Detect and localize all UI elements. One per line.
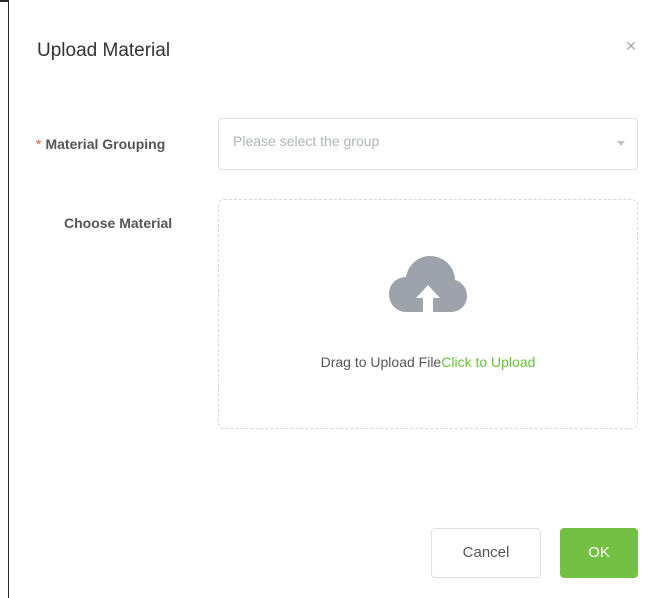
close-icon[interactable]: × — [621, 36, 641, 56]
cloud-upload-icon — [389, 256, 467, 312]
chevron-down-icon — [617, 141, 625, 146]
upload-material-dialog: Upload Material × * Material Grouping Ple… — [8, 0, 653, 598]
dialog-title: Upload Material — [37, 40, 171, 61]
drag-upload-text: Drag to Upload File — [320, 354, 442, 370]
material-grouping-label: * Material Grouping — [36, 136, 165, 152]
material-grouping-label-text: Material Grouping — [45, 136, 166, 152]
cancel-button[interactable]: Cancel — [431, 528, 541, 578]
ok-button[interactable]: OK — [560, 528, 638, 578]
upload-instruction: Drag to Upload FileClick to Upload — [219, 354, 637, 370]
click-upload-link[interactable]: Click to Upload — [441, 354, 535, 370]
material-grouping-placeholder: Please select the group — [233, 133, 380, 149]
upload-dropzone[interactable]: Drag to Upload FileClick to Upload — [218, 199, 638, 429]
required-mark: * — [36, 136, 42, 152]
choose-material-label: Choose Material — [64, 215, 173, 231]
material-grouping-select[interactable]: Please select the group — [218, 118, 638, 170]
